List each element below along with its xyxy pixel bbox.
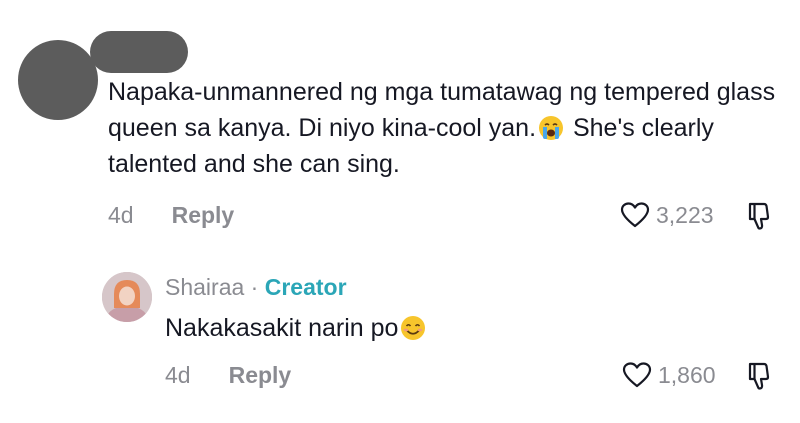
- reply-author-line: Shairaa · Creator: [165, 272, 347, 302]
- crying-face-icon: [539, 116, 564, 140]
- comment-text: Napaka-unmannered ng mga tumatawag ng te…: [108, 74, 778, 182]
- reply-author-name[interactable]: Shairaa: [165, 274, 244, 300]
- comment-meta-row: 4d Reply: [108, 198, 234, 232]
- comment-like-count: 3,223: [656, 201, 714, 228]
- commenter-name-redacted[interactable]: [90, 31, 188, 73]
- reply-text-content: Nakakasakit narin po: [165, 314, 399, 342]
- author-separator: ·: [250, 274, 259, 300]
- reply-text: Nakakasakit narin po: [165, 310, 428, 346]
- commenter-avatar-redacted[interactable]: [18, 40, 98, 120]
- reply-like-count: 1,860: [658, 361, 716, 388]
- dislike-icon[interactable]: [746, 361, 774, 391]
- heart-icon[interactable]: [620, 201, 650, 229]
- reply-reply-button[interactable]: Reply: [229, 362, 292, 389]
- creator-badge: Creator: [264, 274, 347, 300]
- reply-author-avatar[interactable]: [102, 272, 152, 322]
- smiling-face-icon: [401, 316, 426, 340]
- comment-reply-button[interactable]: Reply: [172, 202, 235, 229]
- reply-meta-row: 4d Reply: [165, 358, 291, 392]
- dislike-icon[interactable]: [746, 201, 774, 231]
- comment-timestamp: 4d: [108, 201, 134, 228]
- heart-icon[interactable]: [622, 361, 652, 389]
- reply-like-group: 1,860: [622, 358, 716, 392]
- comment-like-group: 3,223: [620, 198, 714, 232]
- reply-timestamp: 4d: [165, 361, 191, 388]
